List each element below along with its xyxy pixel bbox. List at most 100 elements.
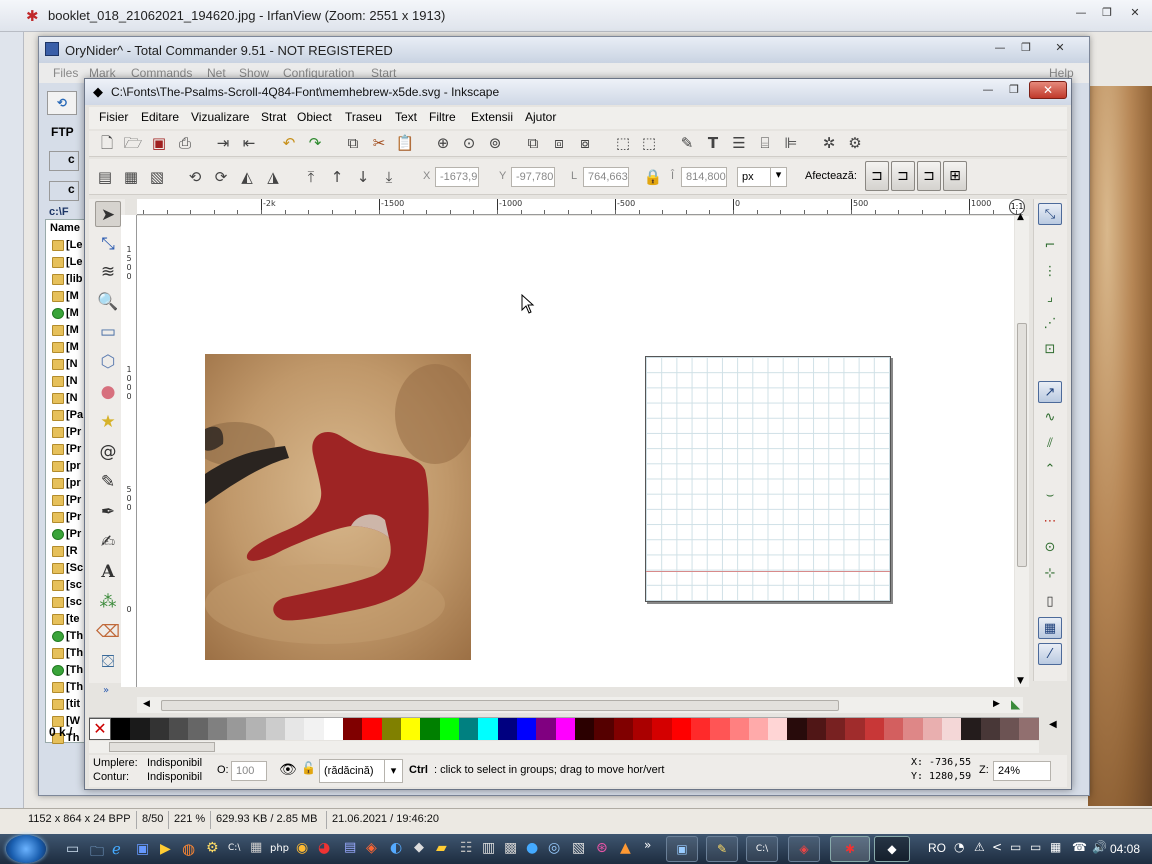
app-icon-4[interactable]: ▤ bbox=[344, 840, 356, 855]
tray-icon-2[interactable]: ⚠ bbox=[974, 840, 985, 854]
tray-icon-1[interactable]: ◔ bbox=[954, 840, 964, 854]
minimize-icon[interactable]: — bbox=[977, 83, 999, 99]
3d-box-tool-icon[interactable]: ⬡ bbox=[95, 349, 121, 375]
snap-rotation-center-icon[interactable]: ⊹ bbox=[1038, 563, 1062, 585]
horizontal-scrollbar[interactable]: ◀ ▶ ◣ bbox=[137, 697, 1023, 713]
toolbox-expand-icon[interactable]: » bbox=[103, 685, 109, 696]
task-app[interactable]: ◈ bbox=[788, 836, 820, 862]
ungroup-icon[interactable]: ⬚ bbox=[639, 133, 659, 153]
width-field[interactable]: 764,663 bbox=[583, 167, 629, 187]
color-swatch[interactable] bbox=[922, 718, 943, 740]
color-swatch[interactable] bbox=[826, 718, 846, 740]
paste-icon[interactable]: 📋 bbox=[395, 133, 415, 153]
text-tool-icon[interactable]: A bbox=[95, 559, 121, 585]
node-tool-icon[interactable]: ⤡ bbox=[95, 231, 121, 257]
app-icon-13[interactable]: ◎ bbox=[548, 840, 560, 856]
duplicate-icon[interactable]: ⧉ bbox=[523, 133, 543, 153]
inkscape-titlebar[interactable]: ◆ C:\Fonts\The-Psalms-Scroll-4Q84-Font\m… bbox=[85, 79, 1071, 105]
palette-scroll-thumb[interactable] bbox=[109, 742, 215, 752]
tray-expand-icon[interactable]: < bbox=[992, 840, 1002, 854]
close-icon[interactable]: ✕ bbox=[1029, 81, 1067, 99]
snap-smooth-icon[interactable]: ⌣ bbox=[1038, 485, 1062, 507]
color-swatch[interactable] bbox=[961, 718, 981, 740]
opacity-field[interactable]: 100 bbox=[231, 761, 267, 781]
app-icon-8[interactable]: ▰ bbox=[436, 840, 447, 856]
menu-fisier[interactable]: Fisier bbox=[99, 110, 128, 124]
zoom-drawing-icon[interactable]: ⊙ bbox=[459, 133, 479, 153]
x-field[interactable]: -1673,9 bbox=[435, 167, 479, 187]
color-swatch[interactable] bbox=[980, 718, 1001, 740]
color-swatch[interactable] bbox=[246, 718, 266, 740]
tray-icon-5[interactable]: ☎ bbox=[1072, 840, 1087, 854]
close-icon[interactable]: ✕ bbox=[1124, 6, 1146, 22]
scroll-right-icon[interactable]: ▶ bbox=[993, 699, 1000, 709]
menu-strat[interactable]: Strat bbox=[261, 110, 286, 124]
color-swatch[interactable] bbox=[400, 718, 421, 740]
color-swatch[interactable] bbox=[420, 718, 440, 740]
ftp-button[interactable]: FTP bbox=[51, 125, 74, 139]
export-icon[interactable]: ⇤ bbox=[239, 133, 259, 153]
color-swatch[interactable] bbox=[342, 718, 363, 740]
color-swatch[interactable] bbox=[168, 718, 189, 740]
maximize-icon[interactable]: ❐ bbox=[1003, 83, 1025, 99]
reference-photo[interactable] bbox=[205, 354, 471, 660]
fill-value[interactable]: Indisponibil bbox=[147, 757, 202, 769]
maximize-icon[interactable]: ❐ bbox=[1096, 6, 1118, 22]
horizontal-ruler[interactable]: -2k -1500 -1000 -500 0 500 1000 bbox=[137, 199, 1023, 215]
rotate-ccw-icon[interactable]: ⟲ bbox=[185, 167, 205, 187]
height-field[interactable]: 814,800 bbox=[681, 167, 727, 187]
scale-corners-toggle[interactable]: ⊐ bbox=[891, 161, 915, 191]
color-swatch[interactable] bbox=[188, 718, 208, 740]
minimize-icon[interactable]: — bbox=[989, 41, 1011, 57]
app-icon-10[interactable]: ▥ bbox=[482, 840, 495, 856]
xml-editor-icon[interactable]: ⌸ bbox=[755, 133, 775, 153]
menu-vizualizare[interactable]: Vizualizare bbox=[191, 110, 249, 124]
clone-icon[interactable]: ⧈ bbox=[549, 133, 569, 153]
snap-bbox-center-icon[interactable]: ⊡ bbox=[1038, 339, 1062, 361]
color-swatch[interactable] bbox=[478, 718, 498, 740]
group-icon[interactable]: ⬚ bbox=[613, 133, 633, 153]
app-icon-3[interactable]: ◉ bbox=[296, 840, 308, 856]
color-swatch[interactable] bbox=[555, 718, 575, 740]
drive-button-top[interactable]: c bbox=[49, 151, 79, 171]
refresh-icon[interactable]: ⟲ bbox=[47, 91, 77, 115]
color-swatch[interactable] bbox=[1000, 718, 1020, 740]
task-cmd[interactable]: C:\ bbox=[746, 836, 778, 862]
snap-bbox-midpoint-icon[interactable]: ⋰ bbox=[1038, 313, 1062, 335]
copy-icon[interactable]: ⧉ bbox=[343, 133, 363, 153]
tc-path[interactable]: c:\F bbox=[49, 206, 69, 218]
color-swatch[interactable] bbox=[594, 718, 614, 740]
menu-filtre[interactable]: Filtre bbox=[429, 110, 456, 124]
drive-button[interactable]: c bbox=[49, 181, 79, 201]
pen-tool-icon[interactable]: ✒ bbox=[95, 499, 121, 525]
color-swatch[interactable] bbox=[516, 718, 537, 740]
color-swatch[interactable] bbox=[652, 718, 672, 740]
start-button[interactable] bbox=[6, 835, 46, 863]
snap-nodes-icon[interactable]: ↗ bbox=[1038, 381, 1062, 403]
move-gradients-toggle[interactable]: ⊐ bbox=[917, 161, 941, 191]
color-swatch[interactable] bbox=[787, 718, 807, 740]
flip-vertical-icon[interactable]: ◮ bbox=[263, 167, 283, 187]
vlc-icon[interactable]: ▲ bbox=[620, 840, 631, 856]
print-icon[interactable]: ⎙ bbox=[175, 133, 195, 153]
app-icon-12[interactable]: ● bbox=[526, 840, 538, 856]
tweak-tool-icon[interactable]: ≋ bbox=[95, 259, 121, 285]
tc-titlebar[interactable]: OryNider^ - Total Commander 9.51 - NOT R… bbox=[39, 37, 1089, 63]
zoom-correction-icon[interactable]: 1:1 bbox=[1009, 199, 1025, 215]
tray-icon-4[interactable]: ▭ bbox=[1030, 840, 1041, 854]
snap-guides-icon[interactable]: ⁄ bbox=[1038, 643, 1062, 665]
document-page[interactable] bbox=[645, 356, 891, 602]
no-paint-swatch[interactable]: ✕ bbox=[89, 718, 111, 740]
star-tool-icon[interactable]: ★ bbox=[95, 409, 121, 435]
layer-select[interactable]: (rădăcină) ▾ bbox=[319, 759, 403, 783]
scroll-left-icon[interactable]: ◀ bbox=[143, 699, 150, 709]
zoom-tool-icon[interactable]: 🔍 bbox=[95, 289, 121, 315]
color-swatch[interactable] bbox=[632, 718, 653, 740]
snap-midpoint-icon[interactable]: ⋯ bbox=[1038, 511, 1062, 533]
color-swatch[interactable] bbox=[265, 718, 285, 740]
tc-menu-files[interactable]: Files bbox=[53, 66, 78, 80]
rotate-cw-icon[interactable]: ⟳ bbox=[211, 167, 231, 187]
app-icon-5[interactable]: ◈ bbox=[366, 840, 377, 856]
color-managed-icon[interactable]: ◣ bbox=[1011, 697, 1020, 711]
unlink-clone-icon[interactable]: ⧇ bbox=[575, 133, 595, 153]
